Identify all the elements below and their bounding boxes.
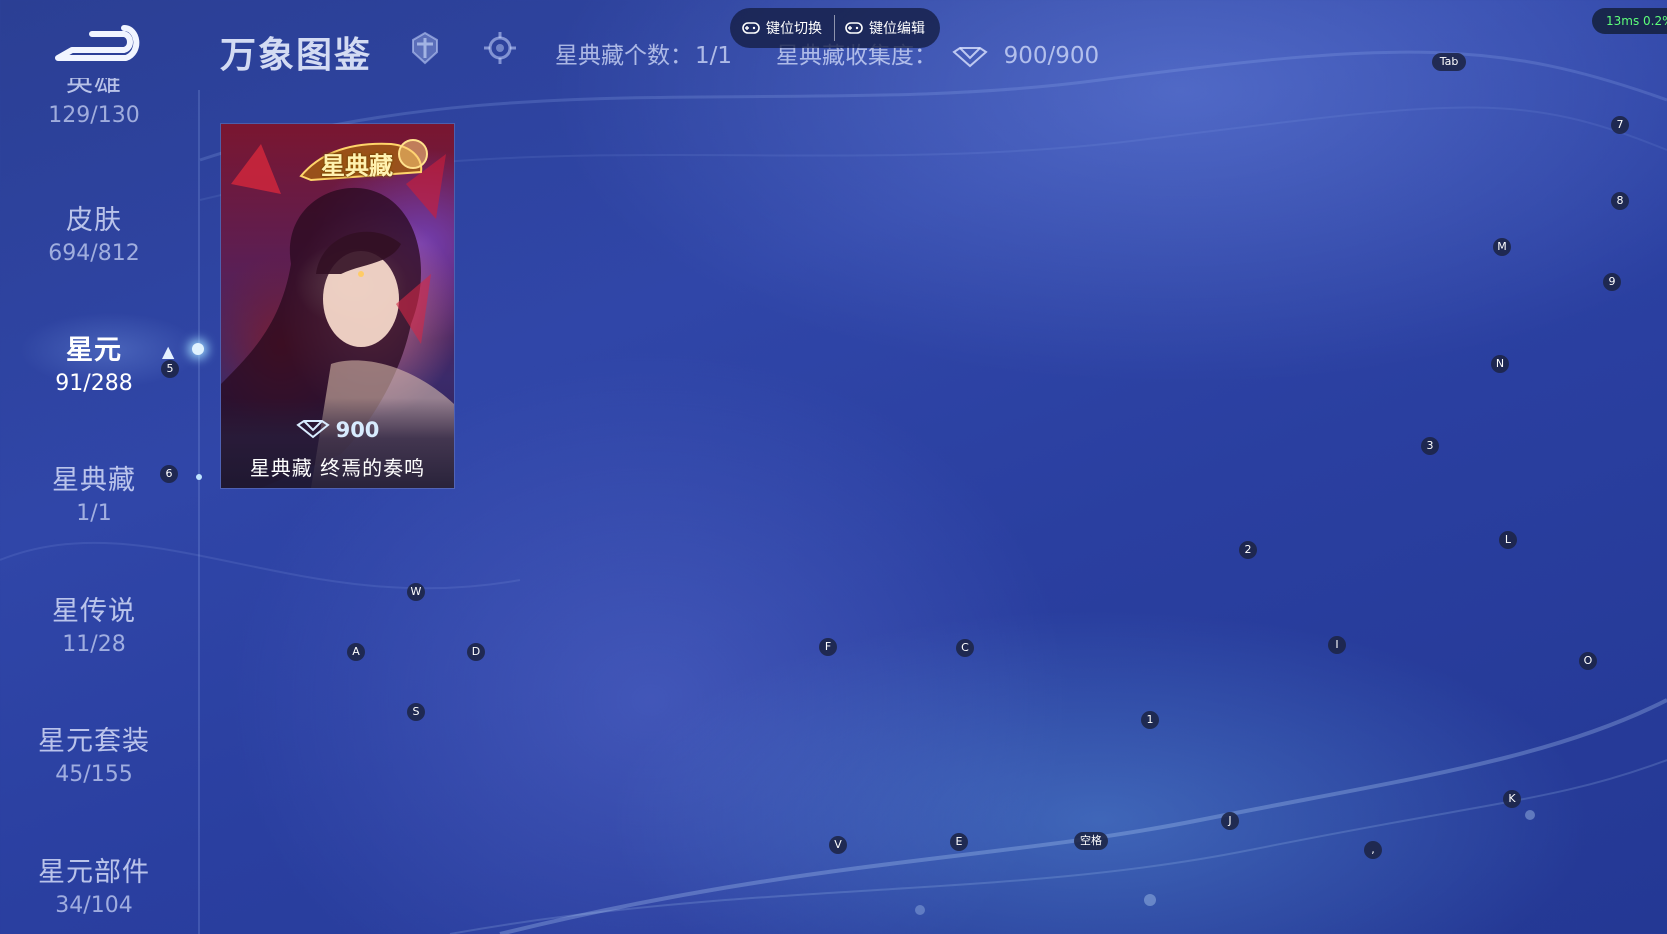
card-price: 900 — [221, 418, 454, 442]
card-price-value: 900 — [335, 418, 380, 442]
key-marker-comma[interactable]: , — [1364, 841, 1382, 859]
sidebar-item-count: 1/1 — [76, 501, 112, 526]
sidebar-item-parts[interactable]: 星元部件 34/104 — [0, 850, 188, 918]
card-name: 星典藏 终焉的奏鸣 — [249, 456, 426, 480]
key-marker-space[interactable]: 空格 — [1074, 832, 1108, 850]
sidebar-item-count: 34/104 — [55, 893, 133, 918]
key-marker-i[interactable]: I — [1328, 636, 1346, 654]
sidebar-item-label: 英雄 — [66, 78, 122, 98]
key-marker-tab[interactable]: Tab — [1432, 53, 1466, 71]
collection-score-value: 900/900 — [1003, 43, 1100, 69]
key-marker-l[interactable]: L — [1499, 531, 1517, 549]
star-gem-icon — [295, 420, 330, 439]
sidebar-item-collection[interactable]: 星典藏 1/1 — [0, 458, 188, 526]
sidebar-item-label: 皮肤 — [66, 205, 122, 236]
key-marker-v[interactable]: V — [829, 836, 847, 854]
gamepad-icon — [742, 22, 760, 34]
back-arrow-icon[interactable] — [52, 22, 140, 68]
collection-count-value: 1/1 — [695, 43, 733, 69]
page-title: 万象图鉴 — [220, 35, 373, 76]
key-marker-8[interactable]: 8 — [1611, 192, 1629, 210]
toolbar-separator — [834, 15, 835, 41]
key-marker-7[interactable]: 7 — [1611, 116, 1629, 134]
key-marker-f[interactable]: F — [819, 638, 837, 656]
key-edit-label: 键位编辑 — [869, 21, 925, 37]
key-marker-9[interactable]: 9 — [1603, 273, 1621, 291]
card-badge-label: 星典藏 — [321, 151, 393, 180]
sidebar-item-count: 129/130 — [48, 103, 140, 128]
sidebar-item-heroes[interactable]: 英雄 129/130 — [0, 78, 188, 130]
skin-card[interactable]: 星典藏 900 星典藏 终焉的奏鸣 — [221, 124, 454, 488]
sidebar-item-count: 91/288 — [55, 371, 133, 396]
key-marker-s[interactable]: S — [407, 703, 425, 721]
key-marker-d[interactable]: D — [467, 643, 485, 661]
key-marker-w[interactable]: W — [407, 583, 425, 601]
sidebar-item-legend[interactable]: 星传说 11/28 — [0, 589, 188, 657]
key-marker-k[interactable]: K — [1503, 790, 1521, 808]
key-marker-6[interactable]: 6 — [160, 465, 178, 483]
key-marker-5[interactable]: 5 — [161, 360, 179, 378]
sidebar-item-label: 星元部件 — [38, 857, 150, 888]
key-marker-j[interactable]: J — [1221, 812, 1239, 830]
star-gem-icon — [952, 46, 988, 67]
key-switch-label: 键位切换 — [766, 21, 822, 37]
sidebar-item-xingyuan[interactable]: 星元 91/288 — [0, 328, 188, 396]
sidebar-item-count: 11/28 — [62, 632, 126, 657]
sidebar-item-suits[interactable]: 星元套装 45/155 — [0, 719, 188, 787]
key-marker-2[interactable]: 2 — [1239, 541, 1257, 559]
collection-count-label: 星典藏个数： — [555, 43, 693, 69]
sidebar-item-label: 星传说 — [52, 596, 136, 627]
key-marker-3[interactable]: 3 — [1421, 437, 1439, 455]
new-indicator-dot — [196, 474, 202, 480]
collection-count-stat: 星典藏个数：1/1 — [555, 36, 732, 70]
sidebar-divider — [198, 90, 200, 934]
key-marker-n[interactable]: N — [1491, 355, 1509, 373]
sidebar-item-label: 星元套装 — [38, 726, 150, 757]
key-mapping-toolbar: 键位切换 键位编辑 — [730, 8, 940, 48]
chevron-up-icon: ▲ — [162, 342, 175, 361]
key-marker-a[interactable]: A — [347, 643, 365, 661]
key-marker-o[interactable]: O — [1579, 652, 1597, 670]
sidebar-item-label: 星元 — [66, 335, 122, 366]
key-switch-button[interactable]: 键位切换 — [730, 8, 822, 48]
sidebar-item-skins[interactable]: 皮肤 694/812 — [0, 198, 188, 266]
key-marker-1[interactable]: 1 — [1141, 711, 1159, 729]
key-marker-e[interactable]: E — [950, 833, 968, 851]
key-marker-c[interactable]: C — [956, 639, 974, 657]
sidebar-item-count: 694/812 — [48, 241, 140, 266]
hero-emblem-icon[interactable] — [407, 30, 443, 66]
active-indicator-dot — [192, 343, 204, 355]
latency-indicator: 13ms 0.2% — [1592, 8, 1667, 34]
key-marker-m[interactable]: M — [1493, 238, 1511, 256]
skin-emblem-icon[interactable] — [482, 30, 518, 66]
key-edit-button[interactable]: 键位编辑 — [845, 8, 925, 48]
sidebar-item-count: 45/155 — [55, 762, 133, 787]
gamepad-icon — [845, 22, 863, 34]
